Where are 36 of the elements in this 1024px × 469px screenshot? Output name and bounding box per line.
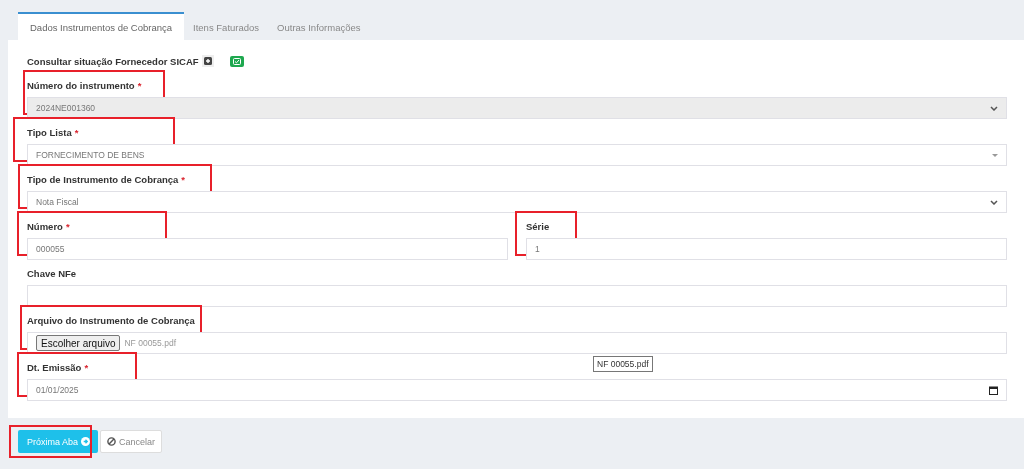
field-label: Tipo de Instrumento de Cobrança: [27, 174, 179, 185]
ban-icon: [107, 437, 117, 446]
date-field[interactable]: 01/01/2025: [27, 379, 1007, 401]
field-label: Número: [27, 221, 63, 232]
required-mark: *: [181, 174, 186, 185]
required-mark: *: [74, 127, 79, 138]
checkbox-icon: [232, 57, 241, 65]
required-mark: *: [137, 80, 142, 91]
required-mark: *: [84, 362, 89, 373]
input-field[interactable]: 1: [526, 238, 1007, 260]
field-label: Série: [526, 221, 550, 232]
caret-icon: [992, 153, 998, 157]
required-mark: *: [65, 221, 70, 232]
input-field[interactable]: [27, 285, 1007, 307]
tab[interactable]: Dados Instrumentos de Cobrança: [18, 12, 185, 40]
select-field[interactable]: FORNECIMENTO DE BENS: [27, 144, 1007, 166]
field-label: Chave NFe: [27, 268, 77, 279]
field-label: Dt. Emissão: [27, 362, 82, 373]
expand-button[interactable]: [201, 55, 214, 67]
tooltip: NF 00055.pdf: [593, 356, 653, 372]
sicaf-label: Consultar situação Fornecedor SICAF: [27, 55, 199, 67]
field-label: Número do instrumento: [27, 80, 135, 91]
chevron-icon: [990, 105, 998, 111]
chevron-icon: [990, 199, 998, 205]
choose-file-button[interactable]: Escolher arquivo: [36, 335, 121, 351]
plus-icon: [203, 57, 212, 65]
field-label: Tipo Lista: [27, 127, 72, 138]
cancel-button[interactable]: Cancelar: [100, 430, 163, 453]
field-label: Arquivo do Instrumento de Cobrança: [27, 315, 195, 326]
calendar-icon: [989, 385, 998, 395]
select-field[interactable]: Nota Fiscal: [27, 191, 1007, 213]
arrow-circle-icon: [81, 437, 91, 446]
check-button[interactable]: [229, 55, 244, 67]
input-field[interactable]: 000055: [27, 238, 508, 260]
tab[interactable]: Itens Faturados: [184, 12, 269, 40]
tab[interactable]: Outras Informações: [268, 12, 370, 40]
